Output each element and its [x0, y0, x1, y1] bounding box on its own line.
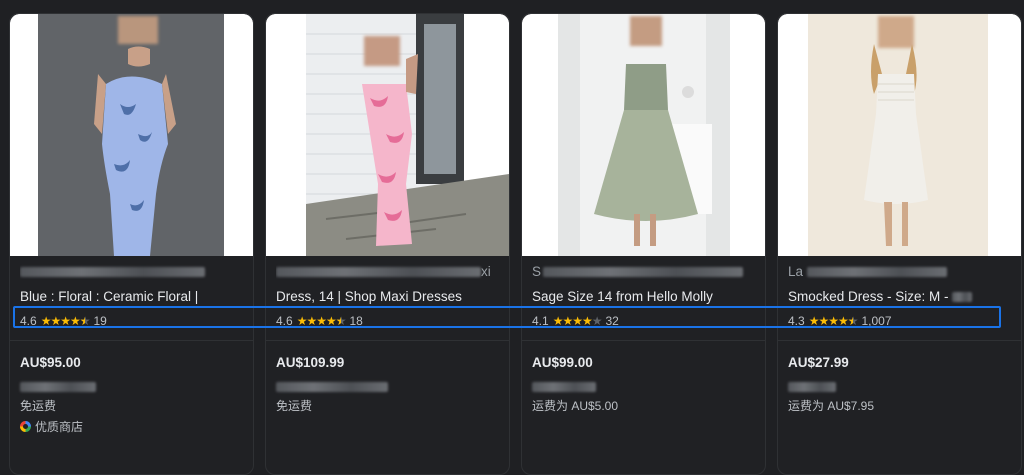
product-price: AU$27.99 — [788, 355, 849, 370]
product-card[interactable]: Blue : Floral : Ceramic Floral | 4.6 ★★★… — [9, 13, 254, 475]
shipping-info: 运费为 AU$7.95 — [788, 399, 875, 413]
product-price: AU$99.00 — [532, 355, 593, 370]
product-image[interactable] — [10, 14, 253, 256]
product-title-line1[interactable]: La — [788, 264, 1013, 279]
shipping-info: 运费为 AU$5.00 — [532, 399, 619, 413]
star-rating-icon: ★★★★★★ — [808, 314, 859, 328]
star-rating-icon: ★★★★★ — [552, 314, 603, 328]
star-rating-icon: ★★★★★★ — [296, 314, 347, 328]
review-count: 18 — [349, 314, 363, 328]
blurred-text — [807, 267, 948, 278]
blurred-text — [276, 378, 388, 396]
rating-value: 4.3 — [788, 314, 805, 328]
star-rating-icon: ★★★★★★ — [40, 314, 91, 328]
product-title-line2[interactable]: Blue : Floral : Ceramic Floral | — [20, 289, 245, 304]
title-fragment: xi — [481, 264, 491, 279]
google-store-icon — [20, 421, 31, 432]
product-price: AU$109.99 — [276, 355, 345, 370]
store-badge: 优质商店 — [20, 418, 83, 435]
divider — [778, 340, 1021, 341]
product-card[interactable]: La Smocked Dress - Size: M - 4.3 ★★★★★★ … — [777, 13, 1022, 475]
title-fragment: Smocked Dress - Size: M - — [788, 289, 949, 304]
product-card[interactable]: S Sage Size 14 from Hello Molly 4.1 ★★★★… — [521, 13, 766, 475]
review-count: 1,007 — [861, 314, 892, 328]
product-card[interactable]: xi Dress, 14 | Shop Maxi Dresses 4.6 ★★★… — [265, 13, 510, 475]
blurred-text — [952, 292, 973, 303]
product-rating: 4.6 ★★★★★★ 18 — [276, 314, 363, 328]
product-title-line2[interactable]: Sage Size 14 from Hello Molly — [532, 289, 757, 304]
product-rating: 4.1 ★★★★★ 32 — [532, 314, 619, 328]
product-title-line1[interactable] — [20, 264, 245, 279]
product-rating: 4.6 ★★★★★★ 19 — [20, 314, 107, 328]
blurred-text — [20, 378, 96, 396]
blurred-text — [532, 378, 596, 396]
blurred-text — [276, 267, 481, 278]
rating-value: 4.6 — [276, 314, 293, 328]
rating-value: 4.1 — [532, 314, 549, 328]
product-title-line1[interactable]: S — [532, 264, 757, 279]
product-title-line2[interactable]: Smocked Dress - Size: M - — [788, 289, 1013, 304]
divider — [522, 340, 765, 341]
product-image[interactable] — [522, 14, 765, 256]
title-fragment: S — [532, 264, 542, 279]
rating-value: 4.6 — [20, 314, 37, 328]
review-count: 19 — [93, 314, 107, 328]
review-count: 32 — [605, 314, 619, 328]
product-title-line2[interactable]: Dress, 14 | Shop Maxi Dresses — [276, 289, 501, 304]
blurred-text — [788, 378, 836, 396]
blurred-text — [20, 267, 205, 278]
shipping-info: 免运费 — [276, 399, 313, 413]
product-title-line1[interactable]: xi — [276, 264, 501, 279]
product-image[interactable] — [266, 14, 509, 256]
divider — [266, 340, 509, 341]
title-fragment: La — [788, 264, 804, 279]
product-grid: Blue : Floral : Ceramic Floral | 4.6 ★★★… — [9, 13, 1022, 475]
product-rating: 4.3 ★★★★★★ 1,007 — [788, 314, 892, 328]
product-image[interactable] — [778, 14, 1021, 256]
divider — [10, 340, 253, 341]
shipping-info: 免运费 — [20, 399, 57, 413]
store-badge-label: 优质商店 — [35, 420, 84, 434]
product-price: AU$95.00 — [20, 355, 81, 370]
blurred-text — [543, 267, 744, 278]
